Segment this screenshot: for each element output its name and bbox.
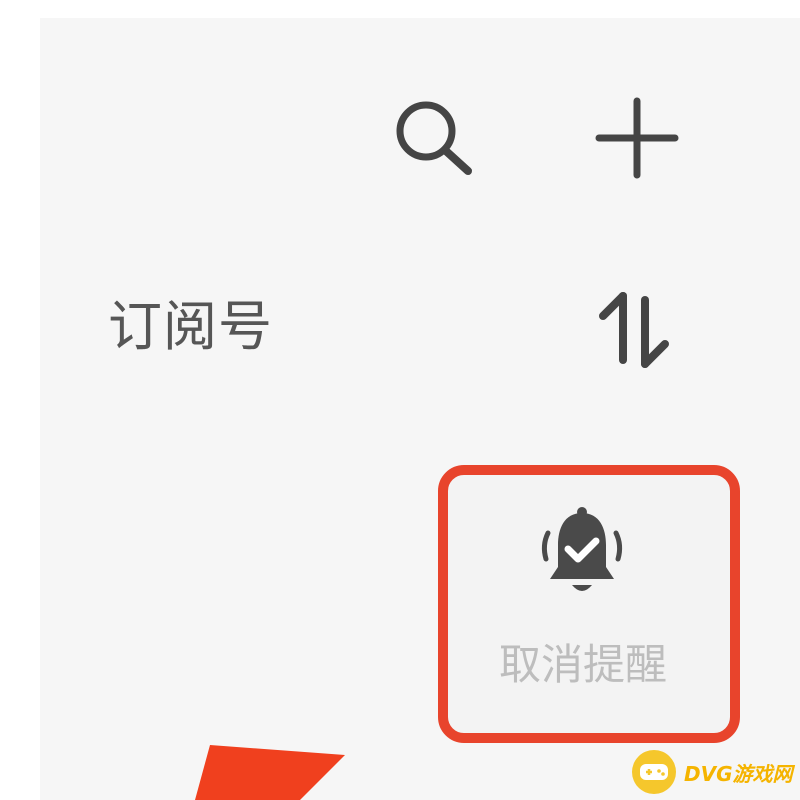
watermark: DVG游戏网 — [632, 744, 800, 800]
sort-arrows-icon[interactable] — [595, 290, 680, 370]
pointer-arrow-icon — [180, 735, 350, 800]
page: 订阅号 取消提醒 DVG游戏网 — [0, 0, 800, 800]
gamepad-icon — [632, 750, 676, 794]
page-title: 订阅号 — [108, 295, 273, 358]
bell-check-icon — [534, 503, 630, 607]
watermark-text: DVG游戏网 — [684, 761, 793, 786]
cancel-reminder-label: 取消提醒 — [498, 640, 667, 689]
plus-icon[interactable] — [595, 95, 680, 180]
cancel-reminder-button[interactable]: 取消提醒 — [470, 497, 696, 707]
search-icon[interactable] — [390, 95, 480, 180]
